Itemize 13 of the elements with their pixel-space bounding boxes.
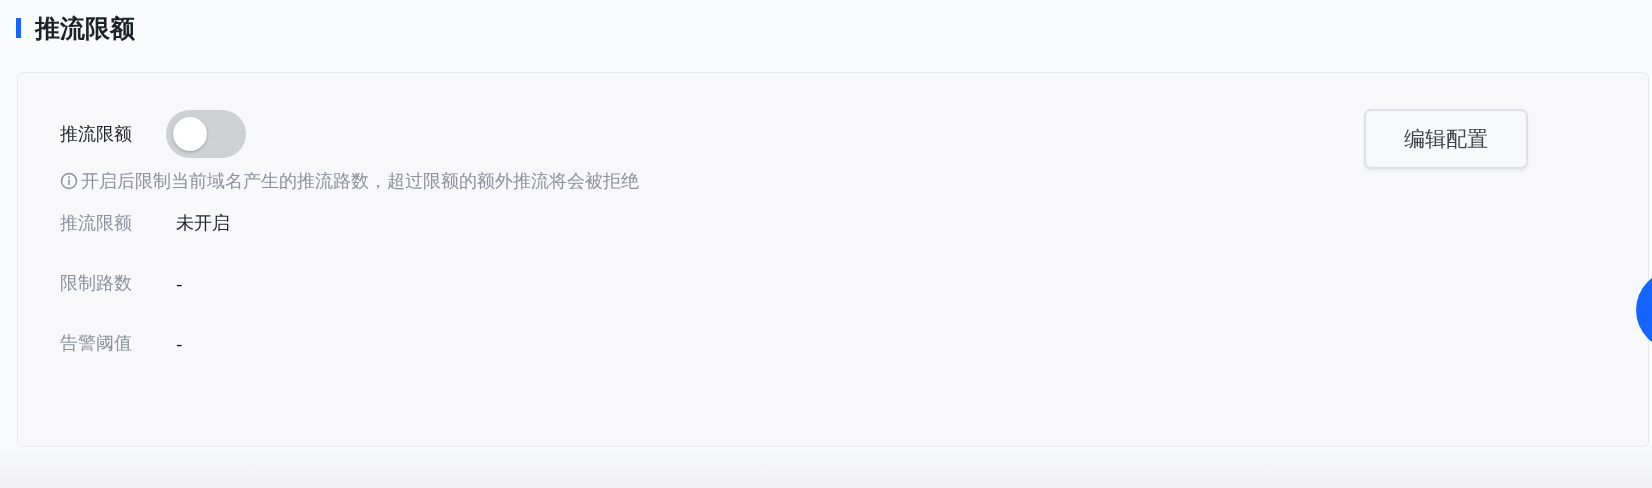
detail-value: - (176, 332, 183, 354)
info-icon (60, 172, 78, 190)
detail-label: 告警阈值 (60, 331, 133, 355)
detail-value: - (176, 272, 183, 294)
hint-text: 开启后限制当前域名产生的推流路数，超过限额的额外推流将会被拒绝 (81, 169, 639, 193)
toggle-switch[interactable] (166, 110, 246, 158)
section-title: 推流限额 (35, 12, 135, 45)
title-accent-bar (16, 18, 21, 38)
detail-label: 限制路数 (60, 271, 133, 295)
detail-value: 未开启 (176, 211, 230, 235)
detail-label: 推流限额 (60, 211, 133, 235)
toggle-label: 推流限额 (60, 122, 132, 146)
edit-config-button[interactable]: 编辑配置 (1364, 109, 1528, 169)
